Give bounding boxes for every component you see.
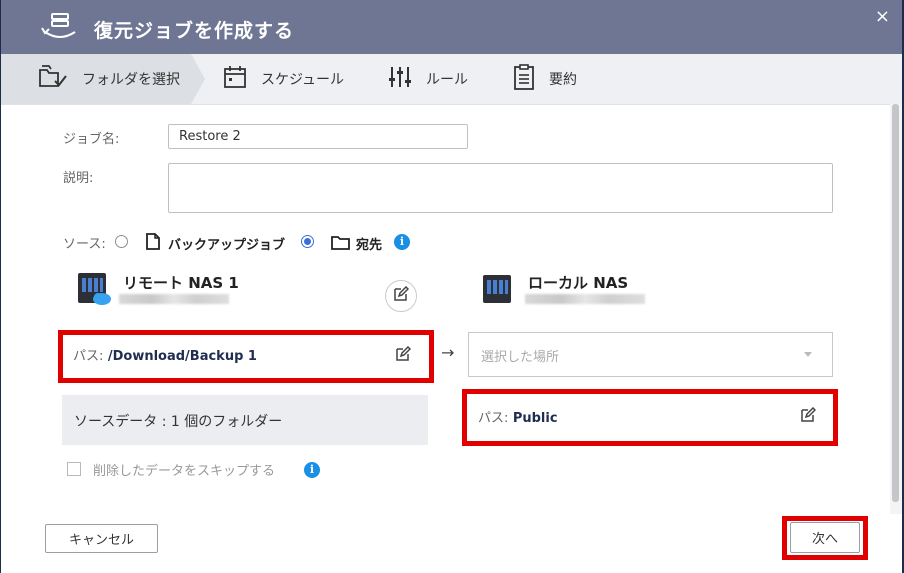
- source-backup-job-radio[interactable]: [115, 235, 128, 248]
- location-select[interactable]: 選択した場所: [468, 332, 833, 377]
- dialog-titlebar: 復元ジョブを作成する ×: [1, 0, 902, 54]
- step-select-folder[interactable]: フォルダを選択: [38, 54, 180, 104]
- local-path-highlight: [462, 389, 838, 446]
- sliders-icon: [388, 65, 426, 93]
- source-data-text: ソースデータ : 1 個のフォルダー: [74, 414, 283, 430]
- clipboard-icon: [513, 64, 549, 94]
- file-icon: [146, 233, 160, 254]
- description-textarea[interactable]: [168, 163, 833, 213]
- source-label: ソース:: [63, 237, 106, 252]
- arrow-icon: →: [441, 343, 455, 362]
- step-summary[interactable]: 要約: [513, 54, 577, 104]
- source-data-summary: ソースデータ : 1 個のフォルダー: [62, 395, 428, 445]
- remote-nas-address-redacted: [119, 294, 229, 304]
- next-button-highlight: [782, 516, 868, 560]
- local-nas-name: ローカル NAS: [528, 274, 629, 292]
- wizard-steps: フォルダを選択 スケジュール ルール 要約: [1, 54, 902, 105]
- step-label: 要約: [549, 72, 577, 88]
- step-label: スケジュール: [261, 72, 345, 88]
- dialog-title: 復元ジョブを作成する: [94, 20, 295, 42]
- close-icon[interactable]: ×: [875, 6, 890, 27]
- create-restore-job-dialog: 復元ジョブを作成する × フォルダを選択 スケジュール ルール 要約 ジョブ名:…: [1, 0, 902, 573]
- scrollbar-thumb[interactable]: [892, 104, 899, 502]
- step-rules[interactable]: ルール: [388, 54, 468, 104]
- cancel-button[interactable]: キャンセル: [45, 524, 158, 553]
- step-schedule[interactable]: スケジュール: [223, 54, 344, 104]
- remote-path-highlight: [58, 330, 434, 383]
- edit-remote-nas-button[interactable]: [385, 280, 417, 312]
- job-name-input[interactable]: Restore 2: [168, 124, 468, 149]
- source-destination-label[interactable]: 宛先: [356, 234, 382, 253]
- remote-nas-name: リモート NAS 1: [123, 274, 239, 292]
- nas-device-cloud-icon: [77, 272, 113, 312]
- skip-deleted-checkbox[interactable]: [67, 462, 81, 476]
- calendar-icon: [223, 65, 261, 93]
- step-label: ルール: [426, 72, 468, 88]
- step-label: フォルダを選択: [82, 72, 180, 88]
- source-destination-radio[interactable]: [301, 235, 314, 248]
- info-icon[interactable]: i: [394, 234, 410, 250]
- skip-info-icon[interactable]: i: [304, 462, 320, 478]
- skip-deleted-label: 削除したデータをスキップする: [93, 464, 276, 479]
- local-nas-address-redacted: [525, 294, 645, 304]
- restore-icon: [39, 12, 79, 48]
- location-select-placeholder: 選択した場所: [481, 350, 560, 365]
- job-name-label: ジョブ名:: [63, 132, 120, 147]
- chevron-down-icon: [804, 352, 812, 357]
- source-backup-job-label[interactable]: バックアップジョブ: [168, 234, 285, 253]
- edit-icon: [393, 285, 410, 306]
- nas-device-icon: [482, 274, 512, 308]
- folder-icon: [331, 235, 350, 254]
- description-label: 説明:: [63, 171, 94, 186]
- folder-check-icon: [38, 64, 82, 94]
